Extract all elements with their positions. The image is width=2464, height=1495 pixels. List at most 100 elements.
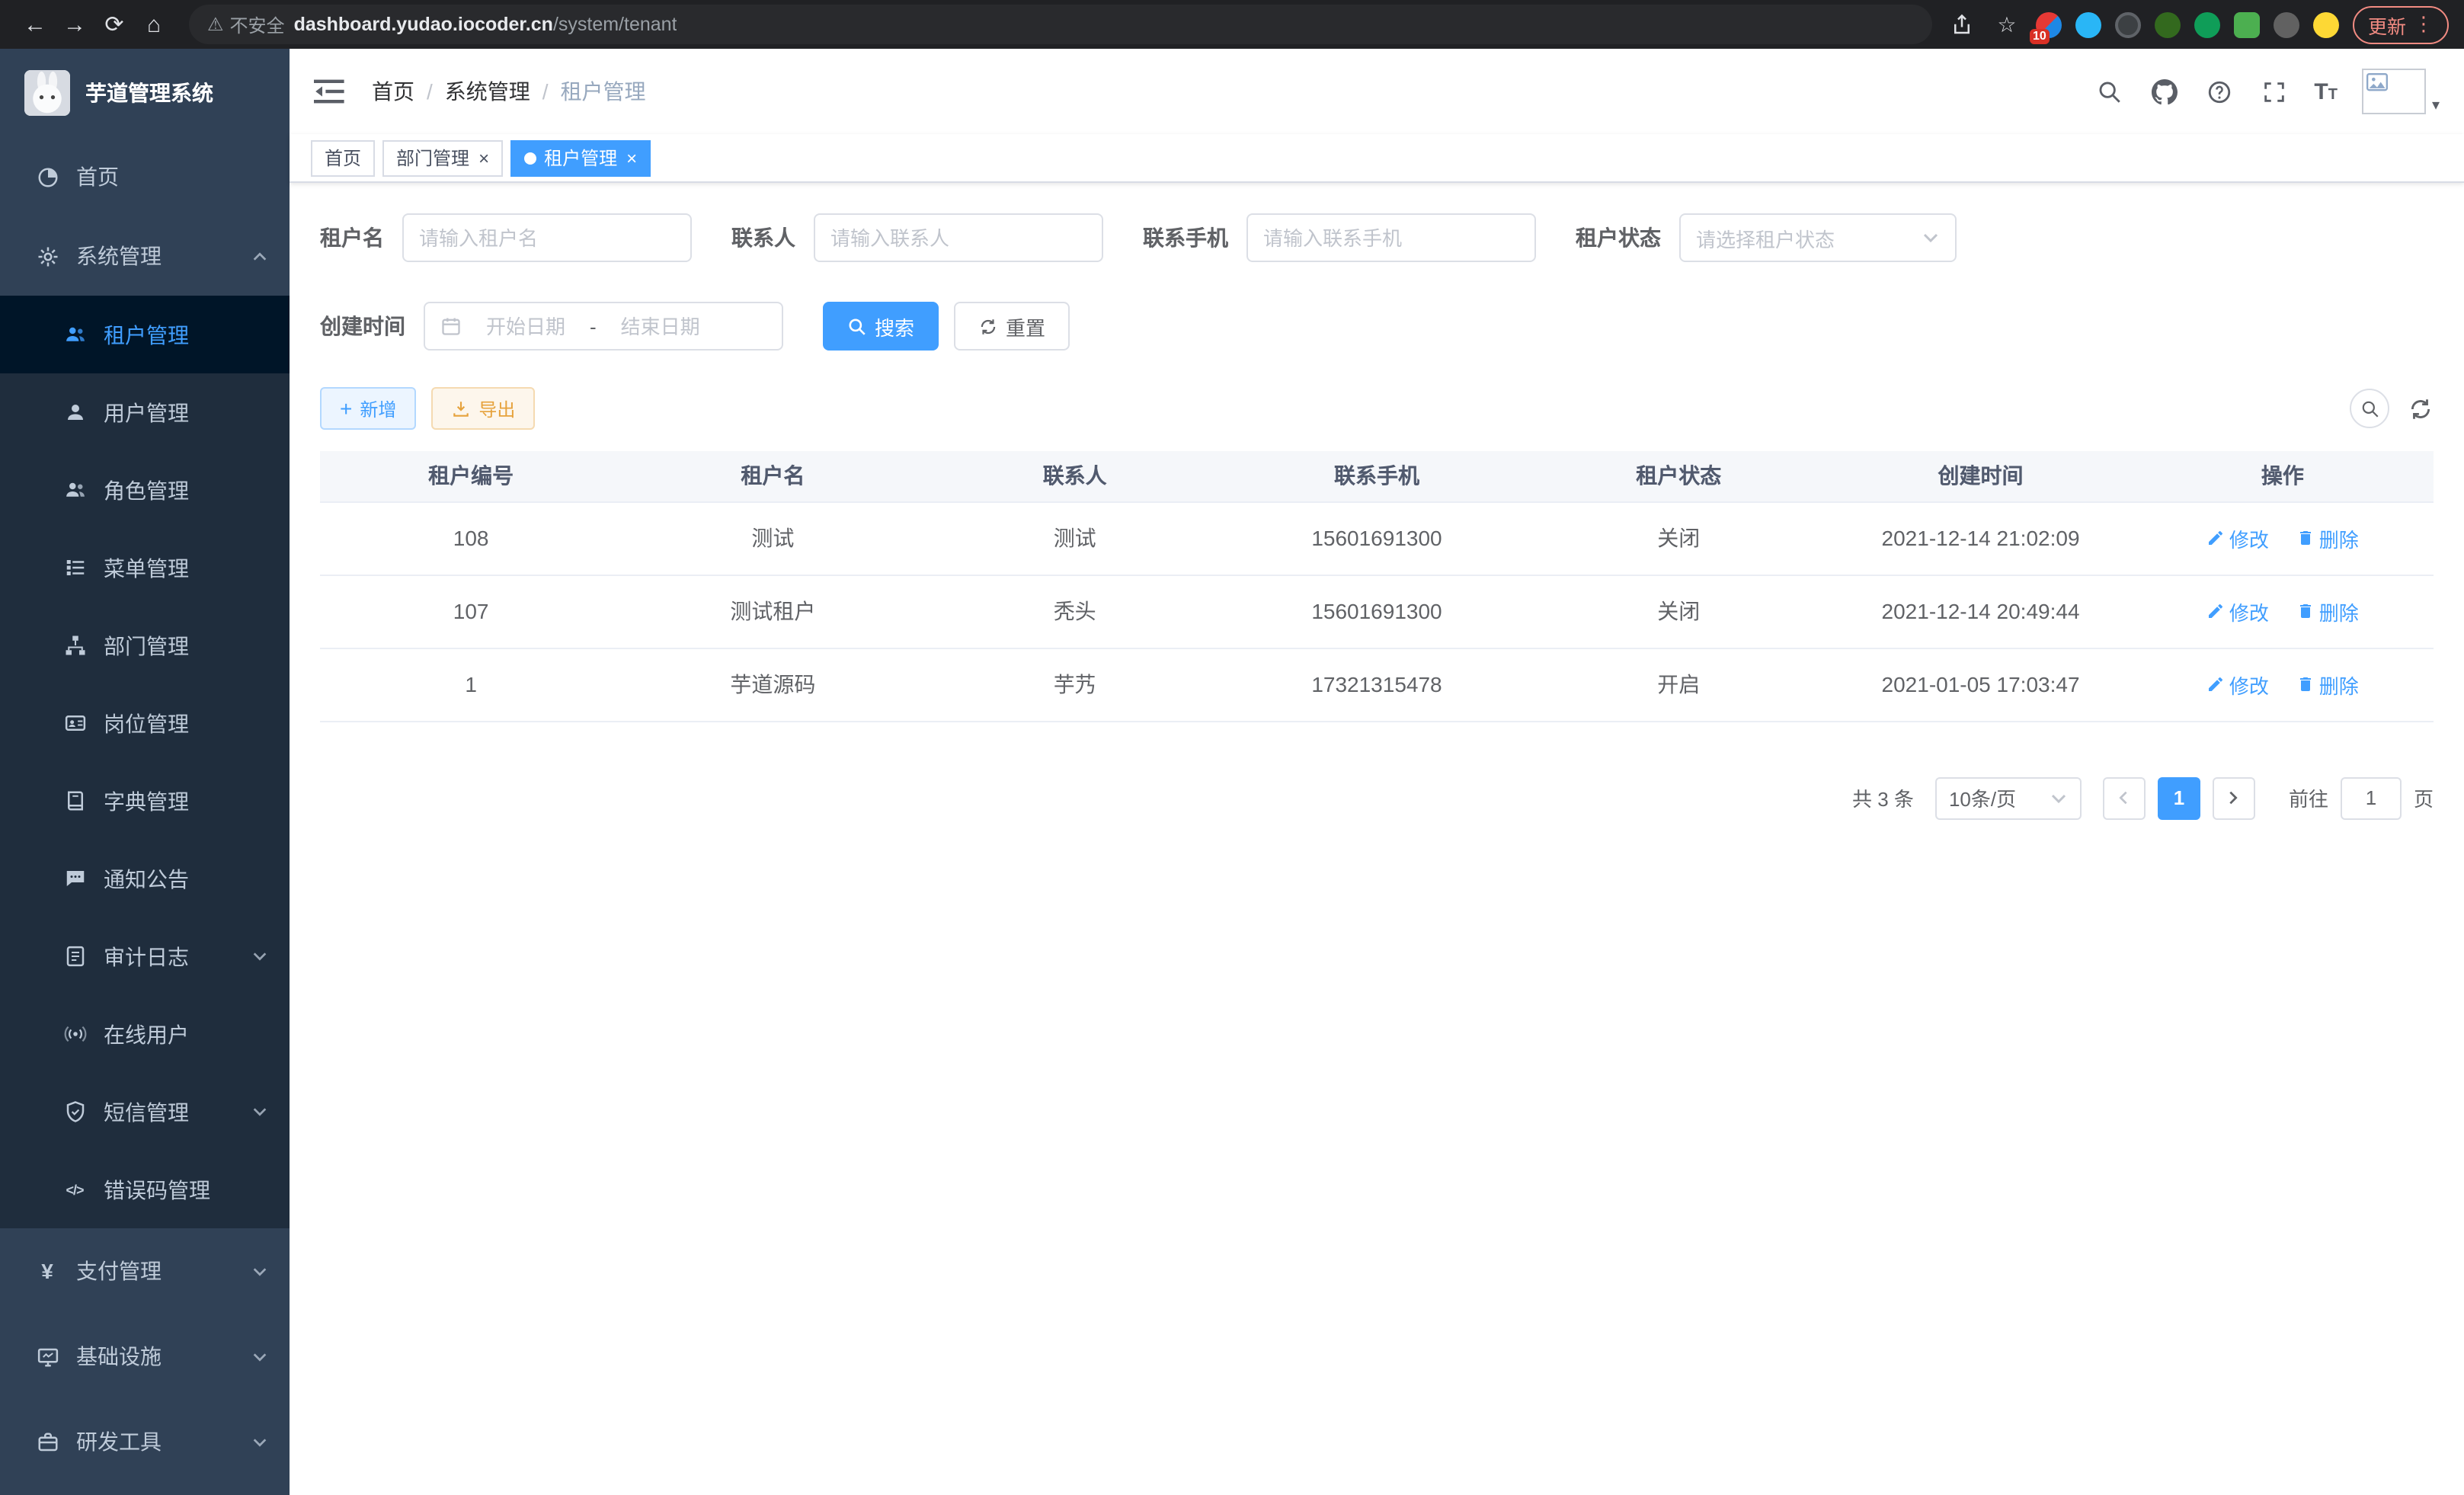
end-date-input[interactable] xyxy=(606,315,715,338)
phone-input[interactable] xyxy=(1263,226,1519,249)
extension-icon-2[interactable] xyxy=(2075,11,2101,37)
filter-create-time: 创建时间 - xyxy=(320,302,783,351)
sidebar-item-menu[interactable]: 菜单管理 xyxy=(0,529,290,607)
toolbox-icon xyxy=(34,1430,61,1453)
sidebar-item-sms[interactable]: 短信管理 xyxy=(0,1073,290,1151)
book-icon xyxy=(61,789,88,812)
current-page[interactable]: 1 xyxy=(2158,776,2200,819)
search-icon[interactable] xyxy=(2094,76,2125,107)
col-created: 创建时间 xyxy=(1829,451,2131,501)
extension-icon-3[interactable] xyxy=(2115,11,2141,37)
sidebar-item-infra[interactable]: 基础设施 xyxy=(0,1314,290,1399)
profile-avatar-icon[interactable] xyxy=(2313,11,2339,37)
extension-icon-1[interactable]: 10 xyxy=(2036,11,2062,37)
security-warning[interactable]: ⚠ 不安全 xyxy=(207,11,285,37)
sidebar-item-error-code[interactable]: </> 错误码管理 xyxy=(0,1151,290,1228)
sidebar-item-home[interactable]: 首页 xyxy=(0,137,290,216)
extension-icon-5[interactable] xyxy=(2194,11,2220,37)
badge-icon xyxy=(61,712,88,735)
delete-link[interactable]: 删除 xyxy=(2296,523,2359,552)
forward-icon[interactable]: → xyxy=(55,5,94,44)
address-bar[interactable]: ⚠ 不安全 dashboard.yudao.iocoder.cn/system/… xyxy=(189,5,1932,44)
bookmark-star-icon[interactable]: ☆ xyxy=(1992,9,2022,40)
sidebar-item-system[interactable]: 系统管理 xyxy=(0,216,290,296)
extension-icon-7[interactable] xyxy=(2274,11,2299,37)
sidebar-item-post[interactable]: 岗位管理 xyxy=(0,684,290,762)
filter-row-2: 创建时间 - 搜索 重置 xyxy=(320,302,2434,351)
extension-icon-4[interactable] xyxy=(2155,11,2181,37)
github-icon[interactable] xyxy=(2149,76,2180,107)
sidebar: 芋道管理系统 首页 系统管理 租户管 xyxy=(0,49,290,1495)
search-button[interactable]: 搜索 xyxy=(823,302,939,351)
extension-icon-6[interactable] xyxy=(2234,11,2260,37)
toggle-search-button[interactable] xyxy=(2350,389,2389,428)
sidebar-item-dev-tools[interactable]: 研发工具 xyxy=(0,1399,290,1484)
breadcrumb-system[interactable]: 系统管理 xyxy=(445,76,530,107)
kebab-menu-icon[interactable]: ⋮ xyxy=(2414,12,2434,37)
page-size-select[interactable]: 10条/页 xyxy=(1935,776,2082,819)
app: 芋道管理系统 首页 系统管理 租户管 xyxy=(0,49,2464,1495)
filter-phone: 联系手机 xyxy=(1143,213,1536,262)
help-icon[interactable] xyxy=(2204,76,2235,107)
cell-phone: 17321315478 xyxy=(1226,648,1528,721)
edit-link[interactable]: 修改 xyxy=(2206,523,2269,552)
tab-home[interactable]: 首页 xyxy=(311,139,375,176)
sidebar-item-tenant[interactable]: 租户管理 xyxy=(0,296,290,373)
page: ← → ⟳ ⌂ ⚠ 不安全 dashboard.yudao.iocoder.cn… xyxy=(0,0,2464,1495)
list-icon xyxy=(61,556,88,579)
url-host: dashboard.yudao.iocoder.cn xyxy=(294,14,553,35)
delete-link[interactable]: 删除 xyxy=(2296,670,2359,699)
edit-link[interactable]: 修改 xyxy=(2206,670,2269,699)
sidebar-item-user[interactable]: 用户管理 xyxy=(0,373,290,451)
chevron-down-icon xyxy=(1922,229,1940,247)
sidebar-item-online-user[interactable]: 在线用户 xyxy=(0,995,290,1073)
table-row: 1 芋道源码 芋艿 17321315478 开启 2021-01-05 17:0… xyxy=(320,648,2434,721)
edit-icon xyxy=(2206,529,2225,547)
sidebar-item-dict[interactable]: 字典管理 xyxy=(0,762,290,840)
reload-icon[interactable]: ⟳ xyxy=(94,5,134,44)
fullscreen-icon[interactable] xyxy=(2259,76,2290,107)
sidebar-item-role[interactable]: 角色管理 xyxy=(0,451,290,529)
tab-tenant[interactable]: 租户管理 × xyxy=(510,139,651,176)
cell-actions: 修改 删除 xyxy=(2132,501,2434,575)
status-select[interactable]: 请选择租户状态 xyxy=(1679,213,1957,262)
prev-page-button[interactable] xyxy=(2103,776,2146,819)
font-size-icon[interactable]: TT xyxy=(2314,78,2338,104)
refresh-button[interactable] xyxy=(2408,395,2434,421)
logo[interactable]: 芋道管理系统 xyxy=(0,49,290,137)
delete-link[interactable]: 删除 xyxy=(2296,597,2359,626)
breadcrumb-home[interactable]: 首页 xyxy=(372,76,414,107)
sidebar-item-pay[interactable]: ¥ 支付管理 xyxy=(0,1228,290,1314)
date-range-picker[interactable]: - xyxy=(424,302,783,351)
caret-down-icon: ▾ xyxy=(2432,98,2440,114)
back-icon[interactable]: ← xyxy=(15,5,55,44)
user-avatar-menu[interactable]: ▾ xyxy=(2362,69,2440,114)
cell-tenant-id: 107 xyxy=(320,575,622,648)
sidebar-collapse-icon[interactable] xyxy=(314,75,347,108)
add-button[interactable]: + 新增 xyxy=(320,387,416,430)
chevron-left-icon xyxy=(2116,789,2133,806)
close-icon[interactable]: × xyxy=(478,149,489,167)
reset-button[interactable]: 重置 xyxy=(954,302,1070,351)
home-icon[interactable]: ⌂ xyxy=(134,5,174,44)
sidebar-item-notice[interactable]: 通知公告 xyxy=(0,840,290,917)
cell-actions: 修改 删除 xyxy=(2132,648,2434,721)
share-icon[interactable] xyxy=(1947,9,1978,40)
right-toolbar xyxy=(2350,389,2434,428)
tenant-name-input[interactable] xyxy=(419,226,675,249)
sidebar-item-audit-log[interactable]: 审计日志 xyxy=(0,917,290,995)
edit-link[interactable]: 修改 xyxy=(2206,597,2269,626)
export-button[interactable]: 导出 xyxy=(431,387,535,430)
next-page-button[interactable] xyxy=(2213,776,2255,819)
update-button[interactable]: 更新 ⋮ xyxy=(2353,5,2449,43)
close-icon[interactable]: × xyxy=(626,149,637,167)
browser-actions: ☆ 10 更新 ⋮ xyxy=(1947,5,2449,43)
contact-input[interactable] xyxy=(830,226,1086,249)
chevron-down-icon xyxy=(251,948,268,965)
tab-dept[interactable]: 部门管理 × xyxy=(382,139,503,176)
start-date-input[interactable] xyxy=(471,315,581,338)
url-text: dashboard.yudao.iocoder.cn/system/tenant xyxy=(294,14,677,35)
chevron-down-icon xyxy=(251,1103,268,1120)
goto-page-input[interactable] xyxy=(2341,776,2402,819)
sidebar-item-dept[interactable]: 部门管理 xyxy=(0,607,290,684)
